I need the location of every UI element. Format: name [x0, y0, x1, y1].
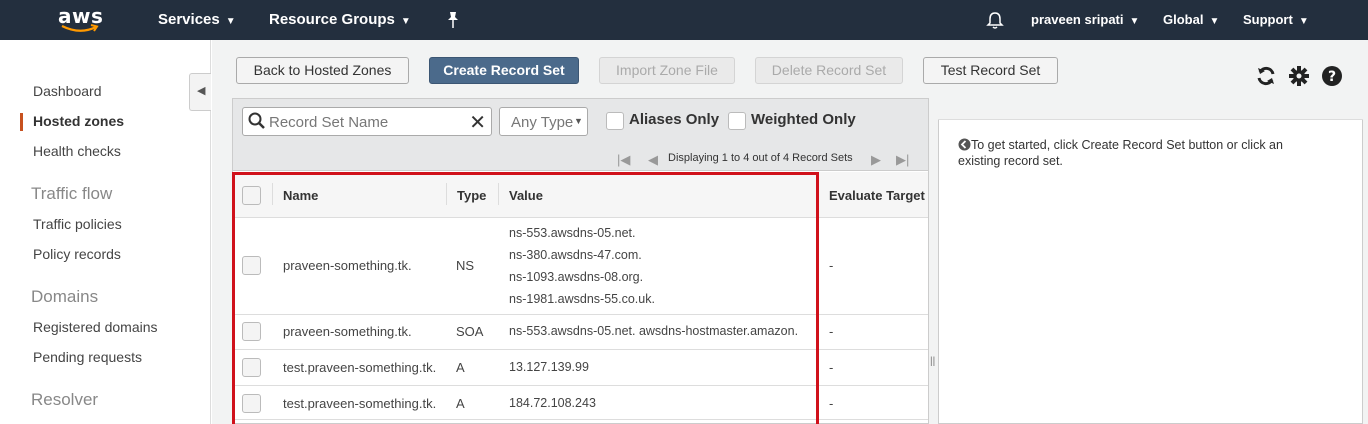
chevron-down-icon: ▼	[1129, 16, 1140, 27]
sidebar-item-policy-records[interactable]: Policy records	[33, 246, 121, 262]
weighted-only-checkbox[interactable]	[728, 112, 746, 130]
sidebar-item-pending-requests[interactable]: Pending requests	[33, 349, 142, 365]
sidebar-section-domains: Domains	[31, 287, 99, 306]
services-label: Services	[158, 11, 220, 28]
search-placeholder: Record Set Name	[269, 114, 389, 131]
get-started-info: To get started, click Create Record Set …	[958, 137, 1328, 169]
row-evaluate-target: -	[829, 324, 834, 339]
record-type-value: Any Type	[511, 114, 574, 131]
row-evaluate-target: -	[829, 258, 834, 273]
region-menu[interactable]: Global ▼	[1163, 12, 1219, 27]
resource-groups-label: Resource Groups	[269, 11, 395, 28]
left-sidebar	[0, 40, 211, 424]
gear-icon[interactable]	[1288, 65, 1310, 87]
create-record-set-button[interactable]: Create Record Set	[429, 57, 579, 84]
user-menu[interactable]: praveen sripati ▼	[1031, 12, 1139, 27]
details-panel-header	[938, 98, 1363, 120]
aliases-only-label: Aliases Only	[629, 111, 720, 128]
weighted-only-label: Weighted Only	[751, 111, 856, 128]
sidebar-item-dashboard[interactable]: Dashboard	[33, 83, 102, 99]
sidebar-section-resolver: Resolver	[31, 390, 99, 409]
bell-icon[interactable]	[986, 11, 1004, 30]
sidebar-item-registered-domains[interactable]: Registered domains	[33, 319, 158, 335]
help-icon[interactable]: ?	[1321, 65, 1343, 87]
active-item-marker	[20, 113, 23, 131]
refresh-icon[interactable]	[1255, 65, 1277, 87]
top-navigation-bar: aws Services ▼ Resource Groups ▼ praveen s…	[0, 0, 1368, 40]
collapse-icon: ◀	[197, 85, 206, 97]
sidebar-item-hosted-zones[interactable]: Hosted zones	[33, 113, 124, 129]
aws-smile-icon	[61, 24, 99, 32]
chevron-down-icon: ▼	[1298, 16, 1309, 27]
row-evaluate-target: -	[829, 396, 834, 411]
resource-groups-menu[interactable]: Resource Groups ▼	[269, 11, 411, 28]
chevron-down-icon: ▼	[225, 16, 236, 27]
next-page-icon[interactable]: ▶	[871, 152, 881, 168]
search-icon	[248, 112, 265, 129]
record-type-select[interactable]: Any Type ▼	[499, 107, 588, 136]
chevron-down-icon: ▼	[400, 16, 411, 27]
first-page-icon[interactable]: |◀	[617, 152, 630, 168]
sidebar-item-health-checks[interactable]: Health checks	[33, 143, 121, 159]
sidebar-collapse-button[interactable]: ◀	[189, 73, 211, 111]
pagination-text: Displaying 1 to 4 out of 4 Record Sets	[668, 152, 853, 164]
import-zone-file-button[interactable]: Import Zone File	[599, 57, 735, 84]
sidebar-item-traffic-policies[interactable]: Traffic policies	[33, 216, 122, 232]
sidebar-section-traffic-flow: Traffic flow	[31, 184, 113, 203]
support-label: Support	[1243, 12, 1293, 27]
get-started-text: To get started, click Create Record Set …	[958, 138, 1283, 168]
chevron-down-icon: ▼	[574, 116, 583, 126]
highlight-annotation-box	[232, 172, 819, 424]
aws-logo[interactable]: aws	[58, 4, 108, 36]
back-to-hosted-zones-button[interactable]: Back to Hosted Zones	[236, 57, 409, 84]
services-menu[interactable]: Services ▼	[158, 11, 236, 28]
last-page-icon[interactable]: ▶|	[896, 152, 909, 168]
chevron-down-icon: ▼	[1209, 16, 1220, 27]
panel-splitter-handle[interactable]: ||	[930, 356, 935, 367]
column-header-evaluate-target[interactable]: Evaluate Target	[829, 188, 925, 203]
row-evaluate-target: -	[829, 360, 834, 375]
user-name: praveen sripati	[1031, 12, 1124, 27]
region-label: Global	[1163, 12, 1204, 27]
svg-text:?: ?	[1328, 69, 1336, 85]
delete-record-set-button[interactable]: Delete Record Set	[755, 57, 903, 84]
prev-page-icon[interactable]: ◀	[648, 152, 658, 168]
record-set-search-input[interactable]: Record Set Name ✕	[242, 107, 492, 136]
test-record-set-button[interactable]: Test Record Set	[923, 57, 1058, 84]
aliases-only-checkbox[interactable]	[606, 112, 624, 130]
clear-icon[interactable]: ✕	[469, 110, 486, 135]
pin-icon[interactable]	[446, 11, 460, 29]
support-menu[interactable]: Support ▼	[1243, 12, 1309, 27]
